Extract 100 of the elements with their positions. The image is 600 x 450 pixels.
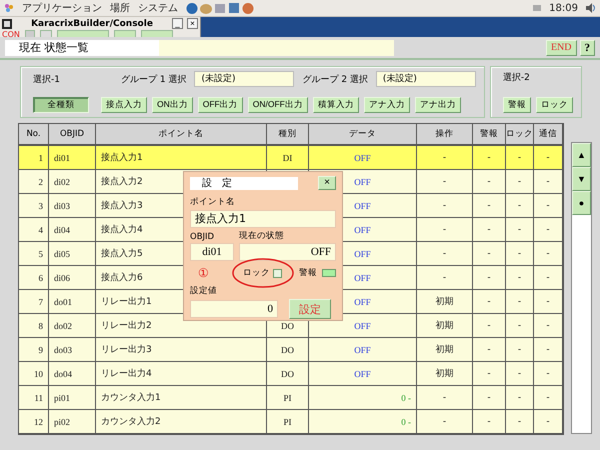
filter-button[interactable]: アナ出力 xyxy=(414,97,461,113)
table-cell: 4 xyxy=(19,218,49,242)
table-cell: - xyxy=(506,170,534,194)
table-cell: - xyxy=(473,242,506,266)
filter-button[interactable]: 警報 xyxy=(502,97,531,113)
objid-field[interactable]: di01 xyxy=(190,243,234,261)
point-name-field[interactable]: 接点入力1 xyxy=(190,210,336,228)
table-cell: 初期 xyxy=(417,362,473,386)
close-button[interactable]: × xyxy=(187,18,198,29)
column-header: ポイント名 xyxy=(96,124,267,146)
filter-button[interactable]: 全種類 xyxy=(33,97,89,113)
table-cell: di05 xyxy=(49,242,96,266)
table-cell: di01 xyxy=(49,146,96,170)
table-cell: - xyxy=(534,386,563,410)
table-cell: リレー出力4 xyxy=(96,362,267,386)
table-cell: - xyxy=(534,314,563,338)
state-field[interactable]: OFF xyxy=(239,243,336,261)
group-label: グループ 1 選択 xyxy=(121,73,186,86)
column-header: 種別 xyxy=(267,124,309,146)
table-cell: - xyxy=(473,362,506,386)
field-label: OBJID xyxy=(190,232,216,242)
table-cell: PI xyxy=(267,386,309,410)
table-cell: - xyxy=(534,338,563,362)
table-cell: - xyxy=(534,218,563,242)
table-cell: - xyxy=(473,194,506,218)
table-cell: - xyxy=(506,362,534,386)
table-cell: - xyxy=(534,146,563,170)
filter-button[interactable]: ON/OFF出力 xyxy=(248,97,308,113)
window-title: KaracrixBuilder/Console xyxy=(30,18,154,28)
filter-button[interactable]: ON出力 xyxy=(152,97,193,113)
table-cell: PI xyxy=(267,410,309,434)
field-label: ポイント名 xyxy=(190,196,236,208)
table-cell: - xyxy=(506,194,534,218)
group-label: 選択-2 xyxy=(502,72,531,84)
table-cell: - xyxy=(417,218,473,242)
table-cell: DO xyxy=(267,338,309,362)
table-cell: リレー出力3 xyxy=(96,338,267,362)
lock-label: ロック xyxy=(242,267,270,279)
table-cell: pi02 xyxy=(49,410,96,434)
table-cell: 2 xyxy=(19,170,49,194)
filter-button[interactable]: 積算入力 xyxy=(312,97,359,113)
menu-item[interactable]: システム xyxy=(138,1,178,15)
step-marker: ① xyxy=(197,266,210,280)
menu-item[interactable]: 場所 xyxy=(110,1,130,15)
column-header: No. xyxy=(19,124,49,146)
scroll-button[interactable]: ▼ xyxy=(572,167,591,191)
setpoint-field[interactable]: 0 xyxy=(190,300,278,318)
table-cell: 7 xyxy=(19,290,49,314)
table-cell: - xyxy=(506,242,534,266)
table-cell: カウンタ入力1 xyxy=(96,386,267,410)
filter-button[interactable]: アナ入力 xyxy=(364,97,410,113)
column-header: 警報 xyxy=(473,124,506,146)
help-button[interactable]: ? xyxy=(580,40,595,56)
minimize-button[interactable]: _ xyxy=(172,18,183,29)
filter-button[interactable]: ロック xyxy=(536,97,573,113)
table-cell: - xyxy=(417,194,473,218)
close-button[interactable]: × xyxy=(318,176,336,190)
screen-title: 現在 状態一覧 xyxy=(5,40,159,56)
table-cell: do02 xyxy=(49,314,96,338)
table-cell: do04 xyxy=(49,362,96,386)
table-cell: 8 xyxy=(19,314,49,338)
table-cell: 3 xyxy=(19,194,49,218)
filter-button[interactable]: OFF出力 xyxy=(198,97,243,113)
group-field[interactable]: (未設定) xyxy=(194,71,294,87)
table-cell: - xyxy=(473,386,506,410)
table-cell: 初期 xyxy=(417,338,473,362)
table-cell: - xyxy=(473,170,506,194)
table-cell: - xyxy=(417,410,473,434)
menu-item[interactable]: アプリケーション xyxy=(22,1,102,15)
filter-button[interactable]: 接点入力 xyxy=(101,97,147,113)
table-cell: - xyxy=(534,290,563,314)
table-cell: - xyxy=(473,266,506,290)
table-cell: - xyxy=(473,146,506,170)
table-cell: - xyxy=(534,362,563,386)
clock: 18:09 xyxy=(549,2,578,14)
table-cell: - xyxy=(534,194,563,218)
table-cell: di03 xyxy=(49,194,96,218)
table-cell: - xyxy=(534,410,563,434)
table-cell: OFF xyxy=(309,146,417,170)
column-header: OBJID xyxy=(49,124,96,146)
table-cell: - xyxy=(506,218,534,242)
table-cell: 初期 xyxy=(417,290,473,314)
dialog-title: 設 定 xyxy=(190,176,298,190)
scroll-button[interactable]: ● xyxy=(572,191,591,215)
table-cell: - xyxy=(473,338,506,362)
table-cell: OFF xyxy=(309,314,417,338)
table-cell: - xyxy=(534,242,563,266)
table-cell: pi01 xyxy=(49,386,96,410)
table-cell: - xyxy=(473,410,506,434)
table-cell: - xyxy=(417,146,473,170)
table-cell: - xyxy=(506,338,534,362)
table-cell: - xyxy=(417,386,473,410)
table-cell: - xyxy=(506,290,534,314)
table-cell: - xyxy=(506,410,534,434)
table-cell: di02 xyxy=(49,170,96,194)
group-field[interactable]: (未設定) xyxy=(376,71,476,87)
table-cell: OFF xyxy=(309,338,417,362)
group-label: 選択-1 xyxy=(33,74,61,86)
scroll-button[interactable]: ▲ xyxy=(572,143,591,167)
table-cell: 初期 xyxy=(417,314,473,338)
